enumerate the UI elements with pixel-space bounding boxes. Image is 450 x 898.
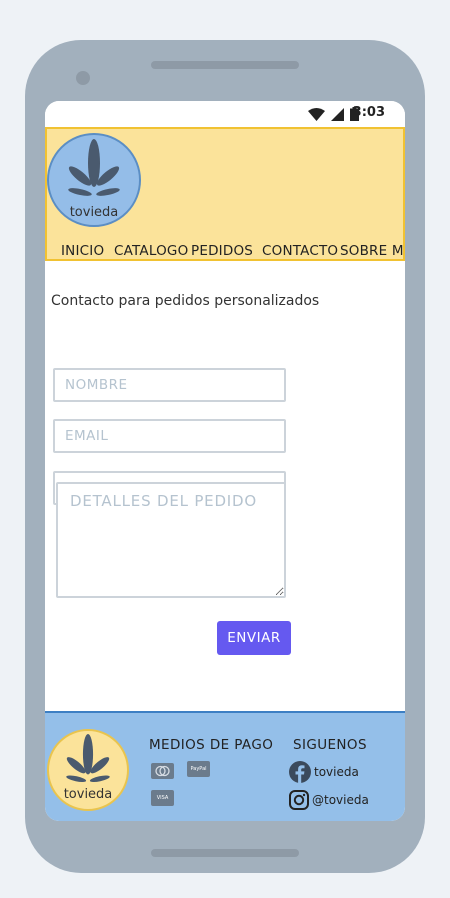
visa-icon: VISA (151, 790, 174, 806)
camera-dot (76, 71, 90, 85)
email-input[interactable] (53, 419, 286, 453)
site-footer: tovieda MEDIOS DE PAGO PayPal VISA SIGUE… (45, 711, 405, 821)
nav-item-inicio[interactable]: INICIO (61, 243, 104, 259)
screen: 3:03 tovieda INICIO CATALOGO PEDIDOS CON… (45, 101, 405, 821)
nav-item-pedidos[interactable]: PEDIDOS (191, 243, 253, 259)
device-frame: 3:03 tovieda INICIO CATALOGO PEDIDOS CON… (25, 40, 425, 873)
name-input[interactable] (53, 368, 286, 402)
home-bar[interactable] (151, 849, 299, 857)
facebook-icon (289, 761, 311, 783)
signal-icon (331, 106, 344, 125)
social-heading: SIGUENOS (293, 737, 367, 753)
brand-name: tovieda (69, 205, 119, 220)
site-header: tovieda INICIO CATALOGO PEDIDOS CONTACTO… (45, 127, 405, 261)
status-time: 3:03 (352, 105, 385, 120)
speaker-grille (151, 61, 299, 69)
nav-item-contacto[interactable]: CONTACTO (262, 243, 338, 259)
footer-logo[interactable]: tovieda (47, 729, 129, 811)
instagram-link[interactable]: @tovieda (289, 790, 369, 810)
wifi-icon (308, 106, 325, 125)
mastercard-icon (151, 763, 174, 779)
order-details-textarea[interactable] (56, 482, 286, 598)
nav-item-sobre-mi[interactable]: SOBRE MI (340, 243, 405, 259)
status-icons (308, 106, 359, 125)
leaf-logo-icon (68, 139, 120, 196)
nav-item-catalogo[interactable]: CATALOGO (114, 243, 188, 259)
instagram-label: @tovieda (312, 793, 369, 807)
status-bar: 3:03 (45, 101, 405, 127)
facebook-label: tovieda (314, 765, 359, 779)
paypal-icon: PayPal (187, 761, 210, 777)
facebook-link[interactable]: tovieda (289, 761, 359, 783)
leaf-logo-icon (66, 734, 110, 782)
main-nav: INICIO CATALOGO PEDIDOS CONTACTO SOBRE M… (47, 243, 405, 261)
footer-brand-name: tovieda (63, 787, 113, 802)
form-title: Contacto para pedidos personalizados (51, 293, 320, 309)
instagram-icon (289, 790, 309, 810)
send-button[interactable]: ENVIAR (217, 621, 291, 655)
payment-heading: MEDIOS DE PAGO (149, 737, 274, 753)
brand-logo[interactable]: tovieda (47, 133, 141, 227)
